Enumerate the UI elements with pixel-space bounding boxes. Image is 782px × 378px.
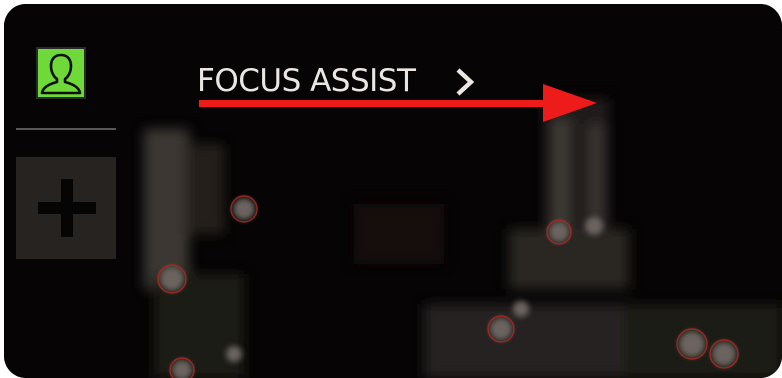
annotation-arrow xyxy=(199,84,597,122)
add-button[interactable] xyxy=(16,157,116,259)
profile-button[interactable] xyxy=(36,47,86,99)
sidebar xyxy=(4,4,122,378)
user-profile-icon xyxy=(40,53,82,95)
plus-icon xyxy=(38,179,96,237)
camera-monitor-screen: FOCUS ASSIST xyxy=(4,4,782,378)
sidebar-divider xyxy=(16,128,116,130)
